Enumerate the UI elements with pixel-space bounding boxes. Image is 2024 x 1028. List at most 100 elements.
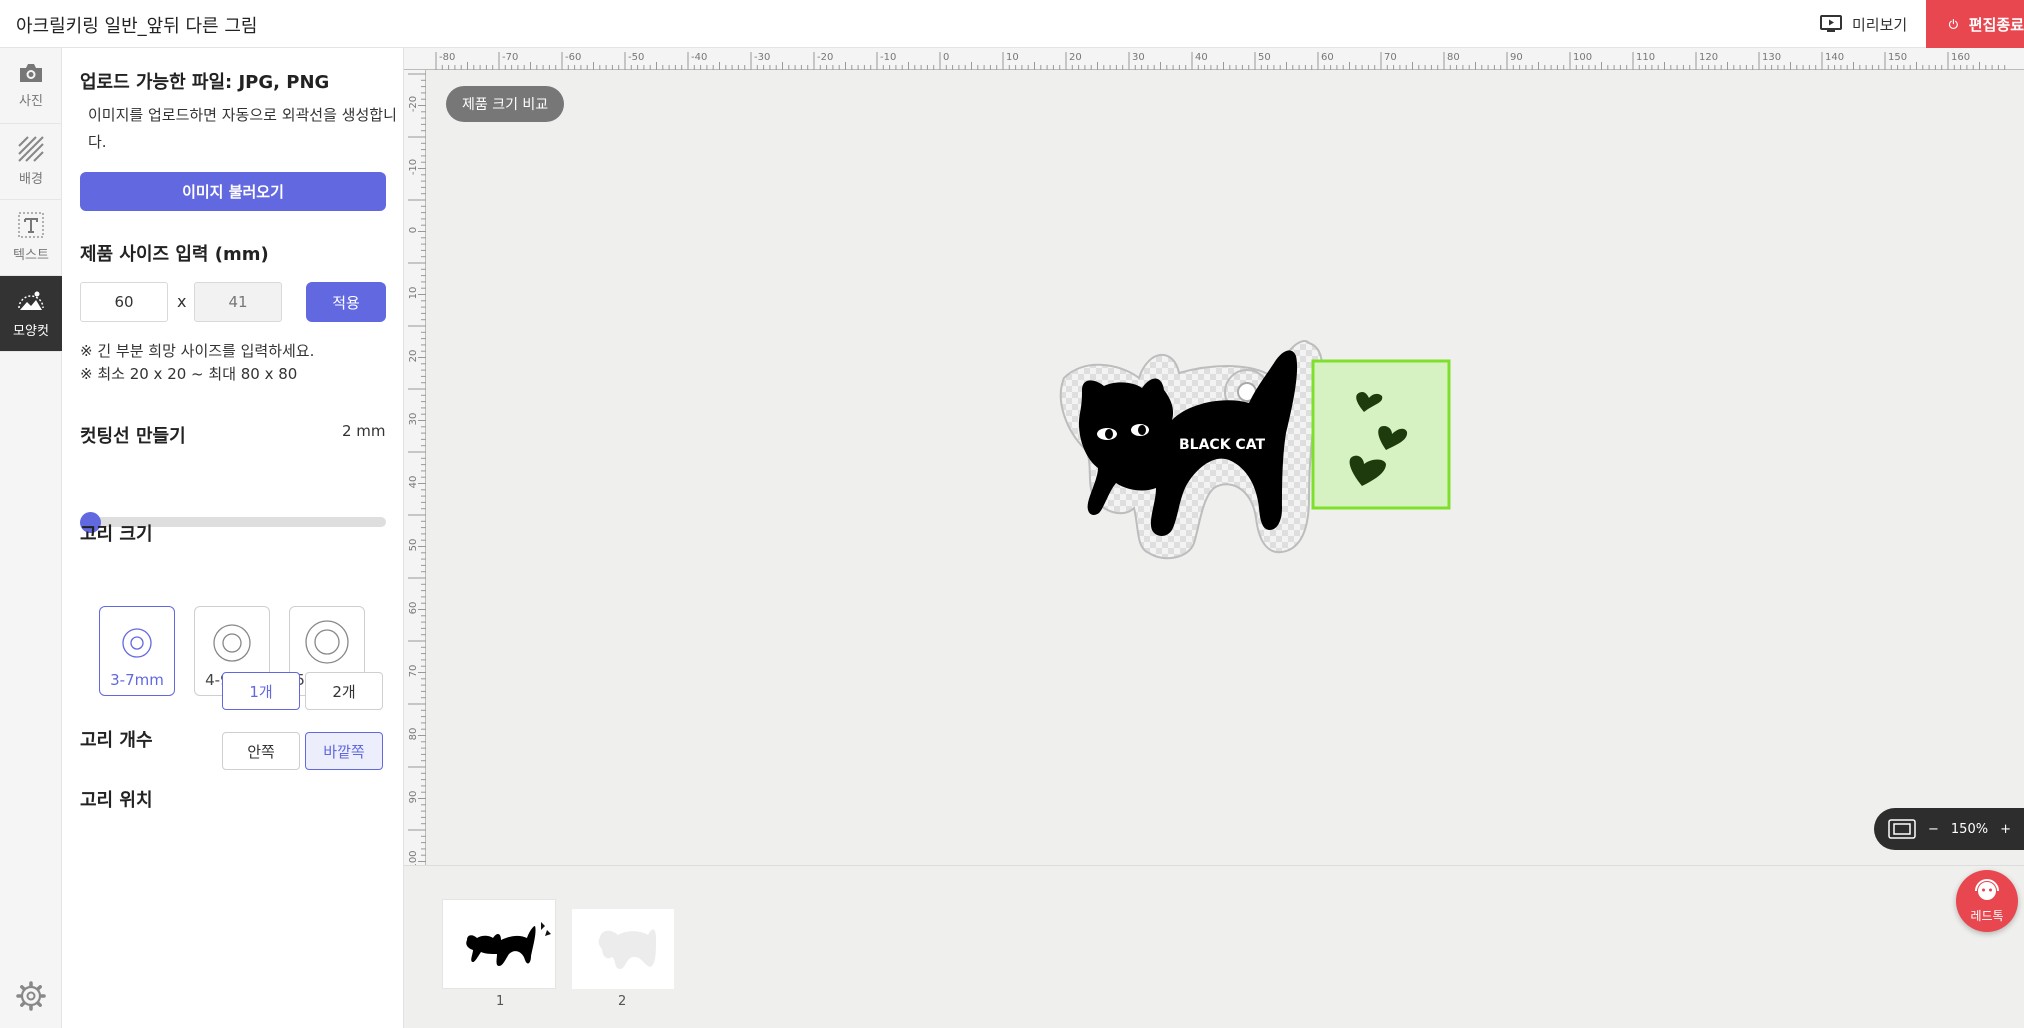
ring-size-title: 고리 크기 xyxy=(80,524,153,545)
ring-size-label: 3-7mm xyxy=(110,671,164,689)
zoom-control: − 150% + xyxy=(1874,808,2024,850)
ruler-label: 90 xyxy=(1510,52,1523,63)
page-thumbnail-2[interactable] xyxy=(572,909,674,989)
apply-button[interactable]: 적용 xyxy=(306,282,386,322)
width-input[interactable]: 60 xyxy=(80,282,168,322)
ruler-label: 100 xyxy=(408,850,419,865)
camera-icon xyxy=(20,64,42,82)
page-number-2: 2 xyxy=(618,994,627,1009)
ruler-label: -50 xyxy=(628,52,644,63)
headset-icon xyxy=(1975,878,1999,900)
ruler-label: -80 xyxy=(439,52,455,63)
ring-count-title: 고리 개수 xyxy=(80,730,153,751)
document-title: 아크릴키링 일반_앞뒤 다른 그림 xyxy=(16,16,258,37)
thumbnail-cat-image xyxy=(466,922,551,966)
ruler-label: 100 xyxy=(1573,52,1592,63)
ring-position-outside-button[interactable]: 바깥쪽 xyxy=(305,732,383,770)
size-separator: x xyxy=(177,292,187,311)
height-input: 41 xyxy=(194,282,282,322)
ruler-label: -60 xyxy=(565,52,581,63)
ruler-label: 70 xyxy=(408,665,419,678)
size-note-1: ※ 긴 부분 희망 사이즈를 입력하세요. xyxy=(80,342,315,360)
fit-screen-icon[interactable] xyxy=(1888,819,1916,839)
exit-edit-button[interactable]: 편집종료 xyxy=(1926,0,2024,48)
ruler-vertical-ticks: -20 -10 0 10 20 30 40 50 60 70 80 90 100 xyxy=(408,73,426,865)
zoom-out-button[interactable]: − xyxy=(1928,822,1939,837)
ruler-label: 30 xyxy=(1132,52,1145,63)
compare-size-button[interactable]: 제품 크기 비교 xyxy=(446,86,565,122)
tool-rail: 사진 배경 텍스트 모양컷 xyxy=(0,48,62,1028)
size-note-2: ※ 최소 20 x 20 ~ 최대 80 x 80 xyxy=(80,365,298,383)
ruler-label: 110 xyxy=(1636,52,1655,63)
gear-icon[interactable] xyxy=(15,980,47,1012)
canvas-workspace[interactable]: -80 -70 -60 -50 -40 -30 -20 -10 0 10 20 30 40 50 60 70 8… xyxy=(404,48,2024,865)
rail-item-label: 배경 xyxy=(19,172,43,187)
rail-item-photo[interactable]: 사진 xyxy=(0,48,62,124)
rail-item-label: 모양컷 xyxy=(13,324,49,339)
ruler-label: 90 xyxy=(408,791,419,804)
size-title: 제품 사이즈 입력 (mm) xyxy=(80,244,269,265)
chat-support-button[interactable]: 레드톡 xyxy=(1956,870,2018,932)
rail-item-label: 사진 xyxy=(19,94,43,109)
design-text: BLACK CAT xyxy=(1179,437,1265,453)
ruler-label: 80 xyxy=(408,728,419,741)
top-bar: 아크릴키링 일반_앞뒤 다른 그림 미리보기 편집종료 xyxy=(0,0,2024,48)
chat-label: 레드톡 xyxy=(1970,908,2004,923)
ruler-label: 160 xyxy=(1951,52,1970,63)
hatch-icon xyxy=(18,136,44,162)
page-thumbnail-1[interactable] xyxy=(443,900,555,988)
ruler-label: 130 xyxy=(1762,52,1781,63)
preview-button[interactable]: 미리보기 xyxy=(1820,10,1907,38)
cutline-title: 컷팅선 만들기 xyxy=(80,426,186,447)
ruler-label: 10 xyxy=(1006,52,1019,63)
ruler-horizontal: -80 -70 -60 -50 -40 -30 -20 -10 0 10 20 30 40 50 60 70 8… xyxy=(404,48,2024,70)
preview-label: 미리보기 xyxy=(1852,15,1908,34)
rail-item-shape-cut[interactable]: 모양컷 xyxy=(0,276,62,352)
ring-large-icon xyxy=(305,620,349,664)
ruler-label: 140 xyxy=(1825,52,1844,63)
ruler-label: -40 xyxy=(691,52,707,63)
shape-cut-icon xyxy=(18,291,44,310)
ring-medium-icon xyxy=(213,624,251,662)
ruler-label: 20 xyxy=(408,350,419,363)
monitor-play-icon xyxy=(1820,15,1842,32)
ruler-label: 120 xyxy=(1699,52,1718,63)
ruler-label: 50 xyxy=(408,539,419,552)
ruler-label: -10 xyxy=(880,52,896,63)
ruler-label: 150 xyxy=(1888,52,1907,63)
ring-count-1-button[interactable]: 1개 xyxy=(222,672,300,710)
ruler-label: 20 xyxy=(1069,52,1082,63)
ruler-label: 10 xyxy=(408,287,419,300)
thumbnail-outline-image xyxy=(598,929,656,969)
ruler-label: -30 xyxy=(754,52,770,63)
ruler-label: 0 xyxy=(408,227,419,233)
exit-edit-label: 편집종료 xyxy=(1968,15,2024,34)
ruler-label: 60 xyxy=(1321,52,1334,63)
ruler-label: 80 xyxy=(1447,52,1460,63)
ring-position-title: 고리 위치 xyxy=(80,790,153,811)
zoom-level: 150% xyxy=(1950,821,1989,837)
options-panel: 업로드 가능한 파일: JPG, PNG 이미지를 업로드하면 자동으로 외곽선… xyxy=(62,48,404,1028)
ruler-label: 50 xyxy=(1258,52,1271,63)
ring-size-option-small[interactable]: 3-7mm xyxy=(99,606,175,696)
ruler-label: -70 xyxy=(502,52,518,63)
ruler-label: 30 xyxy=(408,413,419,426)
ruler-label: 40 xyxy=(1195,52,1208,63)
zoom-in-button[interactable]: + xyxy=(2000,822,2011,837)
rail-item-text[interactable]: 텍스트 xyxy=(0,200,62,276)
ruler-label: -10 xyxy=(408,159,419,175)
ring-position-inside-button[interactable]: 안쪽 xyxy=(222,732,300,770)
ruler-horizontal-ticks: -80 -70 -60 -50 -40 -30 -20 -10 0 10 20 30 40 50 60 70 8… xyxy=(435,52,2006,70)
cutline-value: 2 mm xyxy=(342,422,386,440)
load-image-button[interactable]: 이미지 불러오기 xyxy=(80,172,386,211)
upload-description: 이미지를 업로드하면 자동으로 외곽선을 생성합니다. xyxy=(88,106,397,151)
upload-title: 업로드 가능한 파일: JPG, PNG xyxy=(80,72,330,93)
text-icon xyxy=(18,212,44,238)
page-strip: 1 2 xyxy=(404,865,2024,1028)
ruler-label: 40 xyxy=(408,476,419,489)
keychain-design[interactable]: BLACK CAT xyxy=(1024,308,1724,628)
rail-item-background[interactable]: 배경 xyxy=(0,124,62,200)
ring-count-2-button[interactable]: 2개 xyxy=(305,672,383,710)
ruler-label: 60 xyxy=(408,602,419,615)
ruler-label: 70 xyxy=(1384,52,1397,63)
